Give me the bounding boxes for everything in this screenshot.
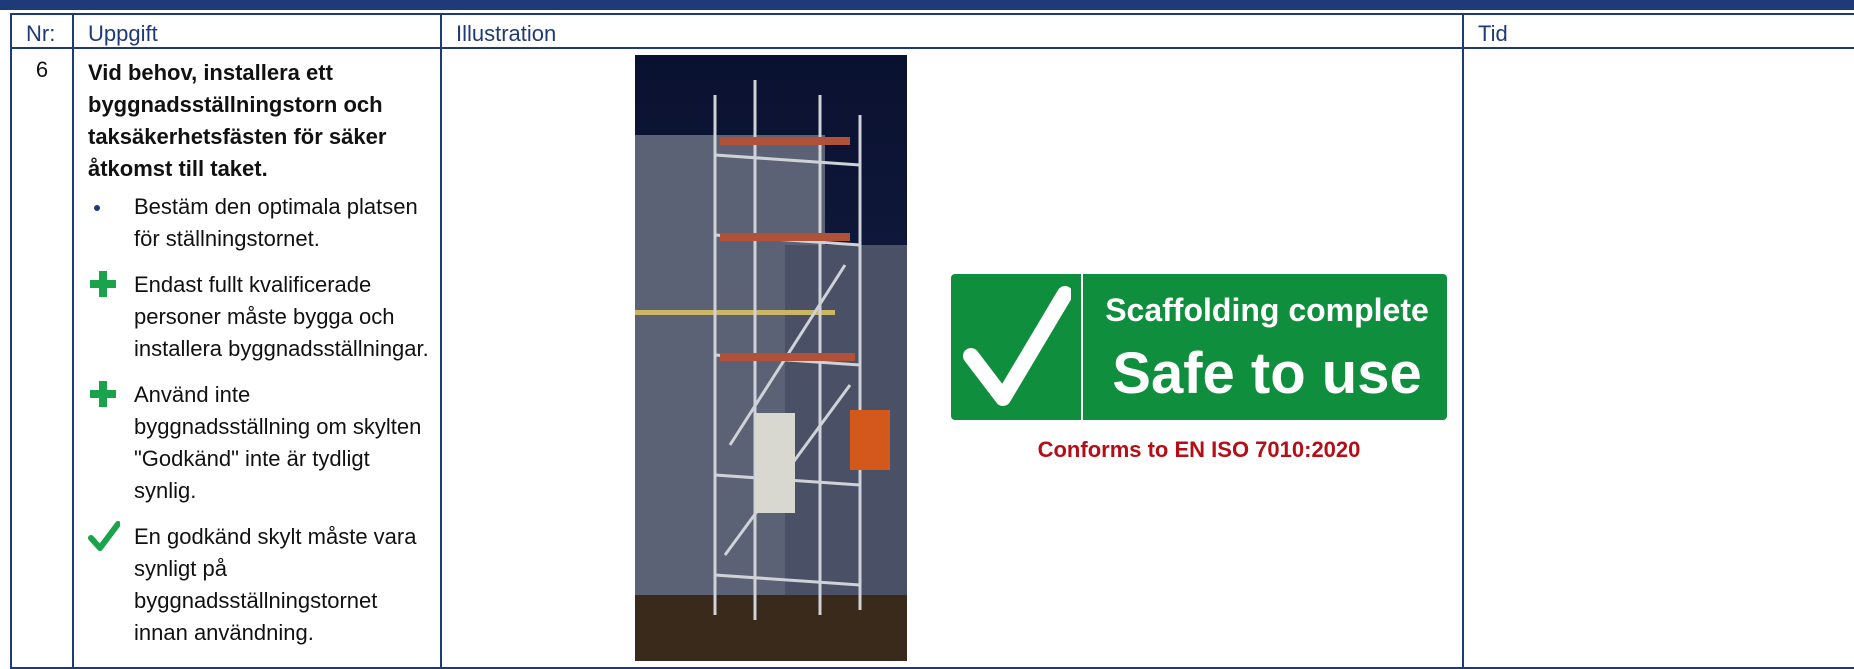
safe-to-use-sign: Scaffolding complete Safe to use xyxy=(951,274,1447,420)
list-item: Bestäm den optimala platsen för ställnin… xyxy=(88,191,430,255)
list-item: Endast fullt kvalificerade personer måst… xyxy=(88,269,430,365)
step-text: En godkänd skylt måste vara synligt på b… xyxy=(134,524,417,645)
sign-divider xyxy=(1081,274,1083,420)
step-text: Endast fullt kvalificerade personer måst… xyxy=(134,272,429,361)
scaffolding-tower-photo xyxy=(635,55,907,661)
step-text: Bestäm den optimala platsen för ställnin… xyxy=(134,194,418,251)
header-time: Tid xyxy=(1462,13,1854,49)
task-title: Vid behov, installera ett byggnadsställn… xyxy=(88,60,387,181)
sign-line-1: Scaffolding complete xyxy=(1105,292,1429,328)
row-number: 6 xyxy=(10,47,74,669)
step-list: Bestäm den optimala platsen för ställnin… xyxy=(88,191,430,649)
step-text: Använd inte byggnadsställning om skylten… xyxy=(134,382,422,503)
task-cell: Vid behov, installera ett byggnadsställn… xyxy=(72,47,442,669)
list-item: En godkänd skylt måste vara synligt på b… xyxy=(88,521,430,649)
bullet-icon xyxy=(88,191,124,223)
sign-line-2: Safe to use xyxy=(1112,341,1422,406)
header-row: Nr: Uppgift Illustration Tid xyxy=(10,13,1854,49)
time-cell[interactable] xyxy=(1462,47,1854,669)
green-plus-icon xyxy=(88,269,124,301)
white-checkmark-icon xyxy=(963,286,1071,406)
table-row: 6 Vid behov, installera ett byggnadsstäl… xyxy=(10,47,1854,669)
header-nr: Nr: xyxy=(10,13,74,49)
green-plus-icon xyxy=(88,379,124,411)
list-item: Använd inte byggnadsställning om skylten… xyxy=(88,379,430,507)
header-task: Uppgift xyxy=(72,13,442,49)
standard-caption: Conforms to EN ISO 7010:2020 xyxy=(1037,437,1361,462)
top-accent-bar xyxy=(0,0,1854,10)
task-table: Nr: Uppgift Illustration Tid 6 Vid behov… xyxy=(10,13,1854,669)
illustration-cell: Scaffolding complete Safe to use Conform… xyxy=(440,47,1464,669)
green-checkmark-icon xyxy=(88,521,124,553)
header-illustration: Illustration xyxy=(440,13,1464,49)
